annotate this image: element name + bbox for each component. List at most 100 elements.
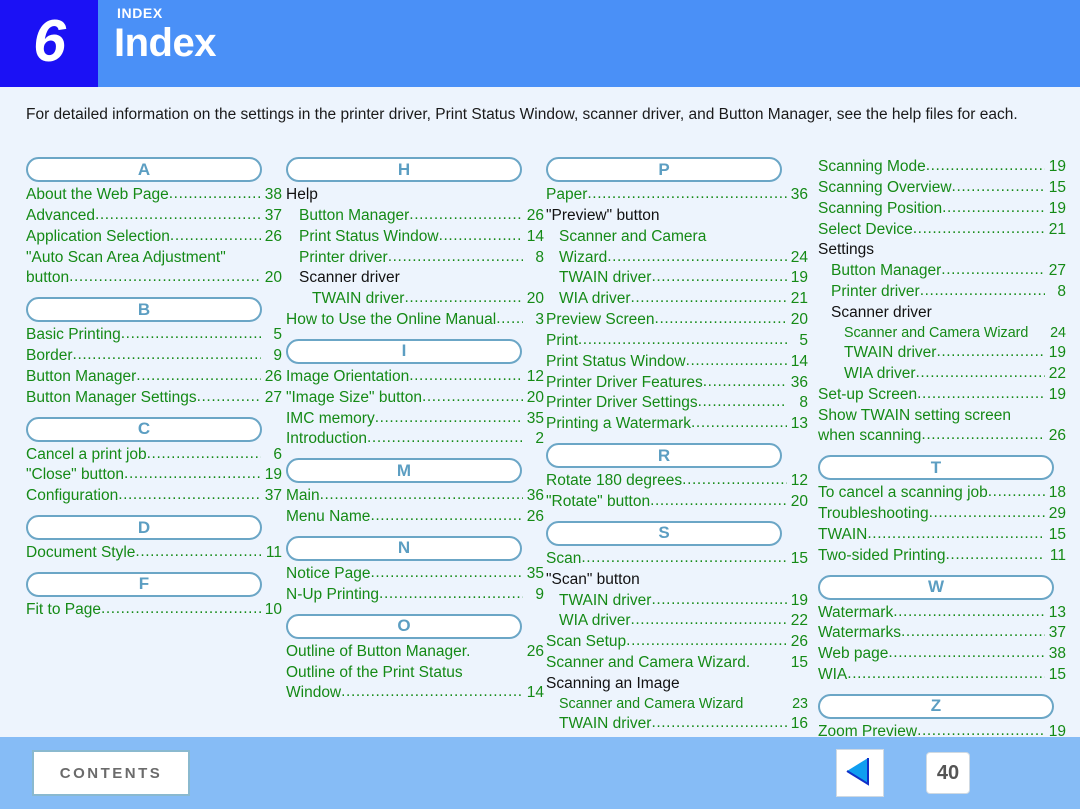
index-entry-link[interactable]: Troubleshooting ........................… [818,504,1066,525]
index-entry-link[interactable]: Scan ...................................… [546,549,808,570]
section-letter: S [658,523,670,543]
index-entry-link[interactable]: Document Style .........................… [26,543,282,564]
index-entry-heading: "Preview" button .......................… [546,206,808,227]
index-entry-link[interactable]: "Close" button .........................… [26,465,282,486]
index-entry-link[interactable]: Scan Setup .............................… [546,632,808,653]
index-entry-link[interactable]: Configuration ..........................… [26,486,282,507]
index-entry-link[interactable]: Printing a Watermark ...................… [546,414,808,435]
contents-button[interactable]: CONTENTS [32,750,190,796]
index-entry-label: Help [286,186,318,203]
index-entry-link[interactable]: WIA driver .............................… [546,611,808,632]
index-entry-link[interactable]: "Rotate" button ........................… [546,492,808,513]
index-entry-link[interactable]: Main ...................................… [286,486,544,507]
index-entry-link[interactable]: Print ..................................… [546,331,808,352]
index-entry-link[interactable]: TWAIN driver ...........................… [546,268,808,289]
index-entry-link[interactable]: Cancel a print job .....................… [26,445,282,466]
leader-dots: ........................................… [72,346,261,364]
index-entry-link[interactable]: Scanner and Camera .....................… [546,227,808,248]
index-entry-link[interactable]: Printer driver .........................… [818,282,1066,303]
index-entry-link[interactable]: Rotate 180 degrees .....................… [546,471,808,492]
index-entry-link[interactable]: Print Status Window ....................… [546,352,808,373]
index-entry-link[interactable]: Advanced ...............................… [26,206,282,227]
index-entry-link[interactable]: Menu Name ..............................… [286,507,544,528]
index-entry-page: 27 [264,388,282,406]
index-entry-link[interactable]: TWAIN driver ...........................… [546,714,808,735]
index-entry-link[interactable]: How to Use the Online Manual ...........… [286,310,544,331]
index-entry-link[interactable]: Window .................................… [286,683,544,704]
index-entry-link[interactable]: About the Web Page .....................… [26,185,282,206]
index-entry-link[interactable]: Scanning Mode ..........................… [818,157,1066,178]
index-entry-link[interactable]: Two-sided Printing .....................… [818,546,1066,567]
index-entry-link[interactable]: Scanning Overview ......................… [818,178,1066,199]
index-entry-link[interactable]: button .................................… [26,268,282,289]
index-entry-link[interactable]: Scanning Position ......................… [818,199,1066,220]
index-entry-link[interactable]: WIA ....................................… [818,665,1066,686]
leader-dots: ........................................… [928,504,1045,522]
index-entry-link[interactable]: when scanning ..........................… [818,426,1066,447]
index-entry-link[interactable]: N-Up Printing ..........................… [286,585,544,606]
previous-page-button[interactable] [836,749,884,797]
index-entry-link[interactable]: Show TWAIN setting screen ..............… [818,406,1066,427]
section-letter: W [927,577,945,597]
index-entry-link[interactable]: Application Selection ..................… [26,227,282,248]
index-entry-link[interactable]: TWAIN driver ...........................… [818,343,1066,364]
index-entry-page: 38 [264,186,282,203]
index-entry-link[interactable]: Watermark ..............................… [818,603,1066,624]
section-letter: C [137,419,151,439]
index-entry-link[interactable]: TWAIN ..................................… [818,525,1066,546]
index-entry-link[interactable]: Select Device ..........................… [818,220,1066,241]
index-entry-link[interactable]: Printer Driver Features ................… [546,373,808,394]
index-entry-label: Scan [546,549,582,567]
index-entry-link[interactable]: Paper ..................................… [546,185,808,206]
index-entry-link[interactable]: Image Orientation ......................… [286,367,544,388]
page-footer: CONTENTS 40 [0,737,1080,809]
index-entry-page: 19 [790,591,808,609]
index-entry-link[interactable]: Button Manager .........................… [818,261,1066,282]
index-entry-link[interactable]: Border .................................… [26,346,282,367]
index-entry-link[interactable]: "Image Size" button ....................… [286,388,544,409]
index-entry-link[interactable]: Set-up Screen ..........................… [818,385,1066,406]
index-entry-label: Settings [818,241,875,259]
index-entry-list: Document Style .........................… [26,543,282,564]
index-entry-link[interactable]: Notice Page ............................… [286,564,544,585]
index-entry-page: 15 [790,654,808,672]
index-entry-link[interactable]: TWAIN driver ...........................… [286,289,544,310]
index-entry-label: TWAIN driver [312,290,405,308]
index-entry-link[interactable]: Button Manager Settings ................… [26,388,282,409]
index-entry-link[interactable]: "Auto Scan Area Adjustment" ............… [26,248,282,269]
index-entry-page: 12 [790,472,808,490]
leader-dots: ........................................… [374,408,523,426]
index-entry-link[interactable]: Outline of the Print Status ............… [286,663,544,684]
section-letter: M [396,460,412,480]
index-entry-label: "Image Size" button [286,388,422,406]
index-entry-page: 19 [1048,199,1066,217]
index-entry-link[interactable]: Introduction ...........................… [286,429,544,450]
index-entry-link[interactable]: Scanner and Camera Wizard ..............… [546,695,808,714]
index-entry-link[interactable]: TWAIN driver ...........................… [546,591,808,612]
index-entry-link[interactable]: Outline of Button Manager. .............… [286,642,544,663]
index-entry-link[interactable]: To cancel a scanning job ...............… [818,483,1066,504]
index-entry-link[interactable]: Scanner and Camera Wizard ..............… [818,324,1066,343]
index-entry-label: Web page [818,645,889,663]
index-entry-link[interactable]: Basic Printing .........................… [26,325,282,346]
index-entry-link[interactable]: Preview Screen .........................… [546,310,808,331]
index-entry-link[interactable]: WIA driver .............................… [818,364,1066,385]
index-entry-link[interactable]: Scanner and Camera Wizard. .............… [546,653,808,674]
index-entry-link[interactable]: Watermarks .............................… [818,623,1066,644]
index-entry-label: Scanning an Image [546,674,680,692]
leader-dots: ........................................… [951,177,1045,195]
index-entry-link[interactable]: Printer Driver Settings ................… [546,393,808,414]
index-entry-link[interactable]: Button Manager .........................… [286,206,544,227]
index-entry-page: 38 [1048,645,1066,663]
index-entry-link[interactable]: Fit to Page ............................… [26,600,282,621]
index-entry-link[interactable]: WIA driver .............................… [546,289,808,310]
index-entry-link[interactable]: Print Status Window ....................… [286,227,544,248]
index-entry-list: Help ...................................… [286,185,544,331]
leader-dots: ........................................… [387,247,523,265]
index-entry-link[interactable]: IMC memory .............................… [286,409,544,430]
index-entry-link[interactable]: Printer driver .........................… [286,248,544,269]
index-entry-link[interactable]: Wizard .................................… [546,248,808,269]
index-entry-link[interactable]: Web page ...............................… [818,644,1066,665]
page-number-button[interactable]: 40 [926,752,970,794]
index-entry-link[interactable]: Button Manager .........................… [26,367,282,388]
